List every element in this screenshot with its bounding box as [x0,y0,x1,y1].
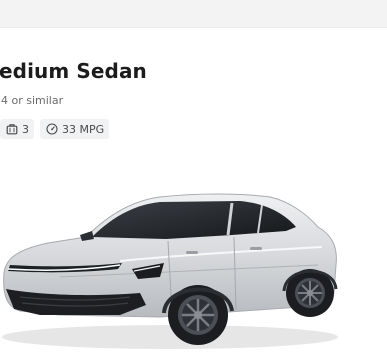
fuel-gauge-icon [45,123,58,136]
top-bar [0,0,387,28]
vehicle-model-subtitle: 4 or similar [1,94,64,107]
vehicle-class-title: edium Sedan [0,59,147,83]
vehicle-card[interactable]: edium Sedan 4 or similar 3 33 MPG [0,28,387,352]
luggage-icon [5,123,18,136]
feature-list: 3 33 MPG [0,119,110,139]
fuel-economy-value: 33 MPG [62,122,105,136]
luggage-count: 3 [22,122,29,136]
luggage-feature: 3 [0,119,34,139]
car-image [2,193,338,349]
fuel-economy-feature: 33 MPG [40,119,110,139]
